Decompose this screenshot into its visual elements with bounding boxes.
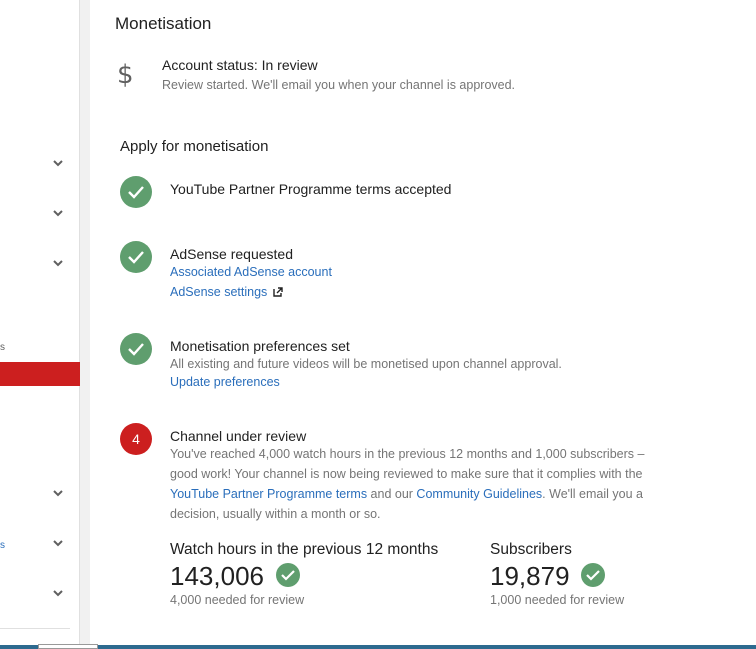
adsense-settings-label[interactable]: AdSense settings [170, 285, 267, 299]
sidebar: s s [0, 0, 80, 649]
check-circle-icon [120, 333, 152, 365]
main-panel: Monetisation $ Account status: In review… [90, 0, 756, 649]
chevron-down-icon[interactable] [52, 487, 64, 499]
gutter [80, 0, 90, 649]
taskbar-tab[interactable] [38, 644, 98, 649]
associated-adsense-link[interactable]: Associated AdSense account [170, 265, 332, 279]
sidebar-item-label[interactable]: s [0, 540, 5, 551]
account-status-detail: Review started. We'll email you when you… [162, 78, 516, 92]
subscribers-needed: 1,000 needed for review [490, 593, 625, 607]
chevron-down-icon[interactable] [52, 157, 64, 169]
apply-heading: Apply for monetisation [120, 138, 269, 155]
sidebar-item-monetisation-active[interactable] [0, 362, 80, 386]
step-review-detail: You've reached 4,000 watch hours in the … [170, 444, 650, 524]
sidebar-item-label[interactable]: s [0, 342, 5, 353]
page-title: Monetisation [115, 14, 212, 33]
external-link-icon [273, 287, 283, 297]
check-circle-icon [120, 241, 152, 273]
step-preferences-detail: All existing and future videos will be m… [170, 357, 562, 371]
step-review-title: Channel under review [170, 428, 307, 444]
chevron-down-icon[interactable] [52, 257, 64, 269]
check-circle-icon [276, 563, 300, 587]
divider [0, 628, 70, 629]
watch-hours-label: Watch hours in the previous 12 months [170, 541, 439, 558]
dollar-icon: $ [117, 60, 134, 90]
check-circle-icon [581, 563, 605, 587]
subscribers-label: Subscribers [490, 541, 572, 558]
step-preferences-title: Monetisation preferences set [170, 338, 350, 354]
partner-programme-terms-link[interactable]: YouTube Partner Programme terms [170, 487, 367, 501]
adsense-settings-link[interactable]: AdSense settings [170, 285, 283, 299]
review-text-b: and our [367, 487, 417, 501]
taskbar-edge [0, 645, 756, 649]
account-status: Account status: In review [162, 57, 318, 73]
subscribers-value: 19,879 [490, 561, 570, 591]
update-preferences-link[interactable]: Update preferences [170, 375, 280, 389]
chevron-down-icon[interactable] [52, 207, 64, 219]
step-number-badge: 4 [120, 423, 152, 455]
chevron-down-icon[interactable] [52, 537, 64, 549]
step-adsense-title: AdSense requested [170, 246, 293, 262]
watch-hours-needed: 4,000 needed for review [170, 593, 305, 607]
step-terms-title: YouTube Partner Programme terms accepted [170, 181, 452, 197]
community-guidelines-link[interactable]: Community Guidelines [416, 487, 542, 501]
watch-hours-value: 143,006 [170, 561, 264, 591]
check-circle-icon [120, 176, 152, 208]
review-text-a: You've reached 4,000 watch hours in the … [170, 447, 645, 481]
chevron-down-icon[interactable] [52, 587, 64, 599]
